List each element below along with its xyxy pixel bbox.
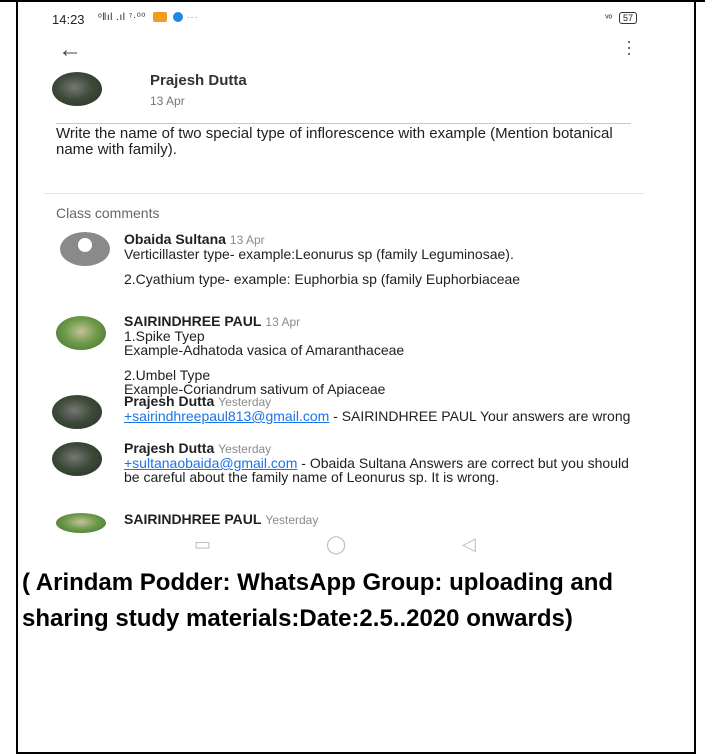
nav-recents-icon[interactable]: ▭	[194, 534, 211, 555]
comment-text: 1.Spike Tyep	[124, 328, 205, 344]
app-badge-icon	[153, 12, 167, 23]
nav-back-icon[interactable]: ◁	[462, 534, 476, 555]
comment-date: 13 Apr	[265, 315, 301, 329]
comment-item: SAIRINDHREE PAUL 13 Apr 1.Spike Tyep Exam…	[124, 314, 639, 396]
battery-icon: 57	[618, 12, 637, 24]
status-right: ᵛᵒ 57	[605, 12, 637, 24]
avatar	[56, 316, 106, 350]
mention-link[interactable]: +sairindhreepaul813@gmail.com	[124, 408, 329, 424]
nav-home-icon[interactable]: ◯	[326, 534, 346, 555]
comment-text: Example-Adhatoda vasica of Amaranthaceae	[124, 342, 405, 358]
signal-icon: ᵒ‖ıl .ıl ⁷·⁰⁰ ···	[98, 12, 199, 23]
assignment-text: Write the name of two special type of in…	[56, 123, 631, 158]
comment-item: SAIRINDHREE PAUL Yesterday	[124, 512, 639, 527]
back-arrow-icon[interactable]: ←	[58, 36, 82, 64]
post-author: Prajesh Dutta	[150, 72, 247, 89]
post-date: 13 Apr	[150, 94, 185, 108]
class-comments-heading: Class comments	[56, 205, 160, 221]
comment-author: Prajesh Dutta	[124, 393, 215, 409]
comment-item: Prajesh Dutta Yesterday +sairindhreepaul8…	[124, 394, 639, 423]
comment-item: Prajesh Dutta Yesterday +sultanaobaida@gm…	[124, 441, 639, 484]
overflow-menu-icon[interactable]: · · ·	[626, 32, 632, 62]
comment-item: Obaida Sultana 13 Apr Verticillaster type…	[124, 232, 639, 286]
comment-text: Verticillaster type- example:Leonurus sp…	[124, 246, 514, 262]
comment-date: Yesterday	[218, 395, 272, 409]
avatar	[52, 442, 102, 476]
comment-text: 2.Cyathium type- example: Euphorbia sp (…	[124, 271, 521, 287]
comment-date: Yesterday	[265, 513, 319, 527]
comment-author: SAIRINDHREE PAUL	[124, 511, 262, 527]
phone-screenshot: 14:23 ᵒ‖ıl .ıl ⁷·⁰⁰ ··· ᵛᵒ 57 ← · · · Praj…	[44, 8, 644, 563]
avatar	[52, 72, 102, 106]
android-nav-bar: ▭ ◯ ◁	[44, 530, 644, 560]
comment-text: - SAIRINDHREE PAUL Your answers are wron…	[329, 408, 631, 424]
comment-author: Prajesh Dutta	[124, 440, 215, 456]
comment-date: 13 Apr	[229, 233, 265, 247]
comment-date: Yesterday	[218, 442, 272, 456]
comment-author: SAIRINDHREE PAUL	[124, 313, 262, 329]
comment-author: Obaida Sultana	[124, 231, 226, 247]
comment-text: 2.Umbel Type	[124, 367, 211, 383]
caption-text: ( Arindam Podder: WhatsApp Group: upload…	[22, 569, 614, 632]
status-time: 14:23	[52, 12, 85, 27]
avatar	[52, 395, 102, 429]
avatar	[60, 232, 110, 266]
status-bar: 14:23 ᵒ‖ıl .ıl ⁷·⁰⁰ ··· ᵛᵒ 57	[52, 8, 637, 30]
notification-dot-icon	[173, 12, 184, 23]
divider	[44, 193, 644, 194]
